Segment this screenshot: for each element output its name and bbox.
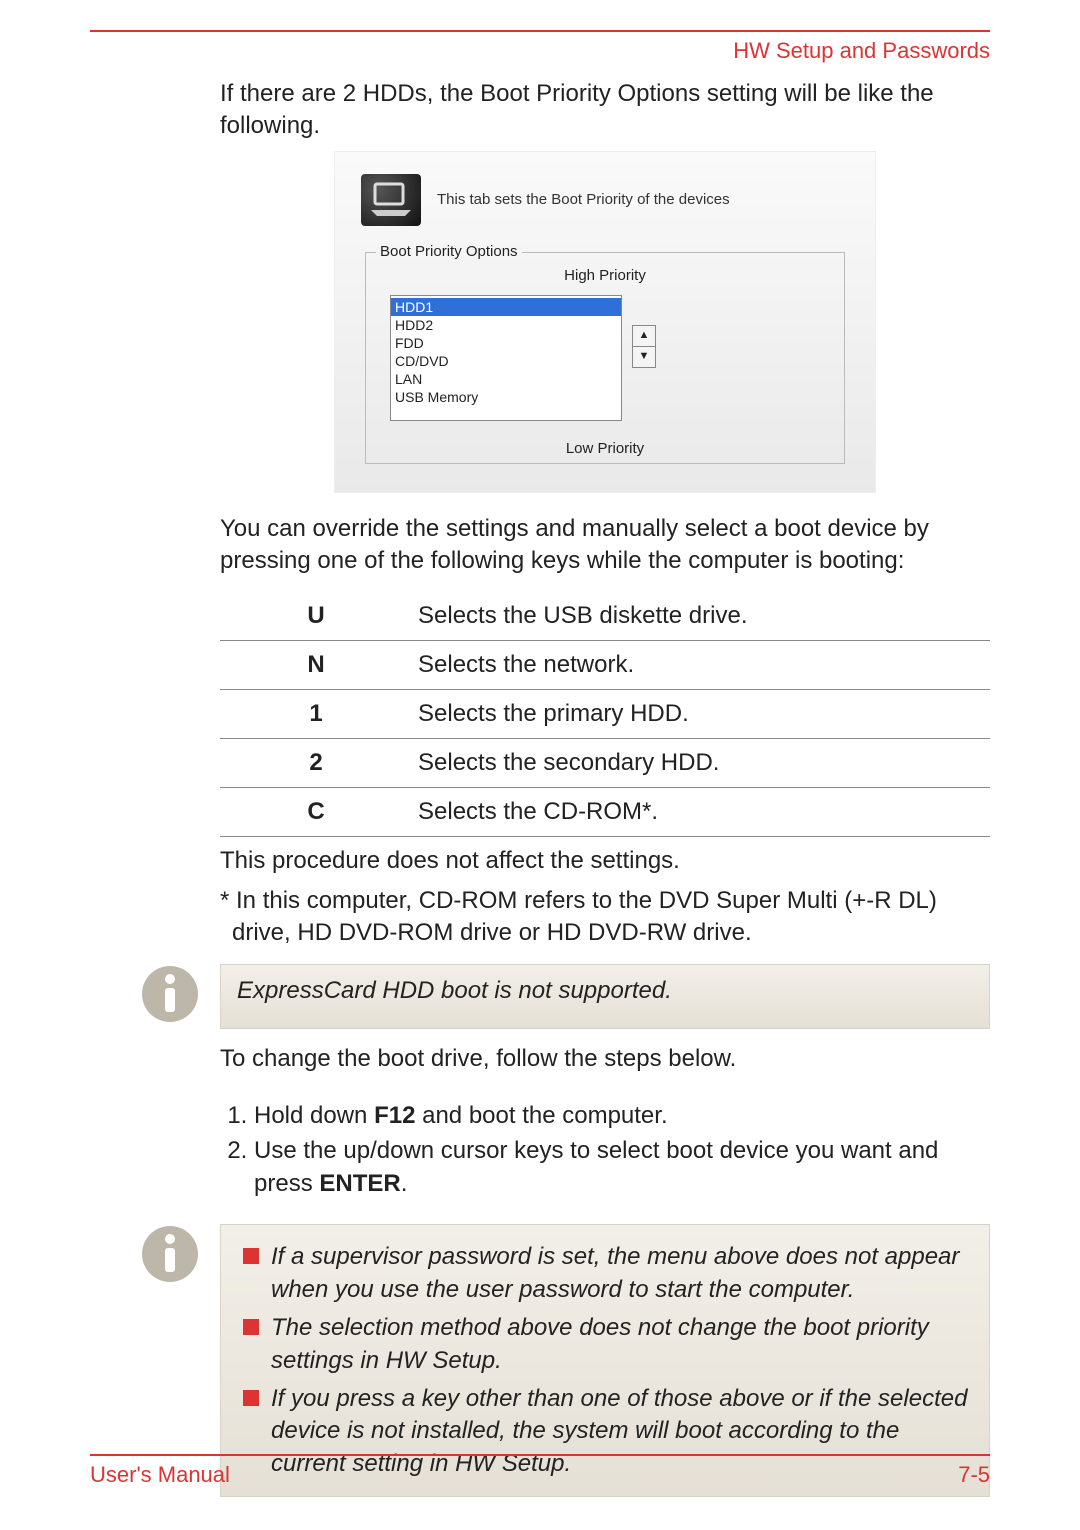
table-row: 2Selects the secondary HDD. <box>220 738 990 787</box>
boot-priority-figure: This tab sets the Boot Priority of the d… <box>334 151 876 493</box>
footer-right: 7-5 <box>958 1462 990 1488</box>
after-table-1: This procedure does not affect the setti… <box>220 845 990 877</box>
spinner-up-icon[interactable]: ▲ <box>632 325 656 346</box>
list-item[interactable]: LAN <box>391 370 621 388</box>
list-item: Use the up/down cursor keys to select bo… <box>254 1134 990 1200</box>
section-title: HW Setup and Passwords <box>90 38 990 64</box>
key-cell: C <box>220 787 412 836</box>
desc-cell: Selects the primary HDD. <box>412 689 990 738</box>
info-icon <box>140 964 200 1029</box>
list-item[interactable]: HDD1 <box>391 298 621 316</box>
boot-priority-listbox[interactable]: HDD1 HDD2 FDD CD/DVD LAN USB Memory <box>390 295 622 421</box>
desc-cell: Selects the CD-ROM*. <box>412 787 990 836</box>
key-cell: N <box>220 640 412 689</box>
list-item: Hold down F12 and boot the computer. <box>254 1099 990 1132</box>
low-priority-label: Low Priority <box>366 440 844 457</box>
note-expresscard: ExpressCard HDD boot is not supported. <box>220 964 990 1029</box>
change-intro: To change the boot drive, follow the ste… <box>220 1043 990 1075</box>
list-item[interactable]: CD/DVD <box>391 352 621 370</box>
list-item[interactable]: HDD2 <box>391 316 621 334</box>
table-row: USelects the USB diskette drive. <box>220 592 990 641</box>
steps-list: Hold down F12 and boot the computer. Use… <box>220 1099 990 1200</box>
high-priority-label: High Priority <box>366 267 844 284</box>
after-table-2: * In this computer, CD-ROM refers to the… <box>220 885 990 950</box>
boot-priority-group: Boot Priority Options High Priority HDD1… <box>365 252 845 464</box>
spinner-down-icon[interactable]: ▼ <box>632 346 656 368</box>
desc-cell: Selects the network. <box>412 640 990 689</box>
laptop-icon <box>361 174 421 226</box>
table-row: CSelects the CD-ROM*. <box>220 787 990 836</box>
override-text: You can override the settings and manual… <box>220 513 990 578</box>
priority-spinner[interactable]: ▲ ▼ <box>632 325 654 368</box>
footer-left: User's Manual <box>90 1462 230 1488</box>
list-item[interactable]: USB Memory <box>391 388 621 406</box>
table-row: NSelects the network. <box>220 640 990 689</box>
figure-caption: This tab sets the Boot Priority of the d… <box>437 191 730 208</box>
list-item: If a supervisor password is set, the men… <box>237 1241 973 1306</box>
desc-cell: Selects the USB diskette drive. <box>412 592 990 641</box>
table-row: 1Selects the primary HDD. <box>220 689 990 738</box>
key-cell: U <box>220 592 412 641</box>
key-cell: 1 <box>220 689 412 738</box>
boot-key-table: USelects the USB diskette drive. NSelect… <box>220 592 990 837</box>
intro-text: If there are 2 HDDs, the Boot Priority O… <box>220 78 990 143</box>
desc-cell: Selects the secondary HDD. <box>412 738 990 787</box>
group-legend: Boot Priority Options <box>376 243 522 260</box>
key-cell: 2 <box>220 738 412 787</box>
list-item: The selection method above does not chan… <box>237 1312 973 1377</box>
list-item[interactable]: FDD <box>391 334 621 352</box>
